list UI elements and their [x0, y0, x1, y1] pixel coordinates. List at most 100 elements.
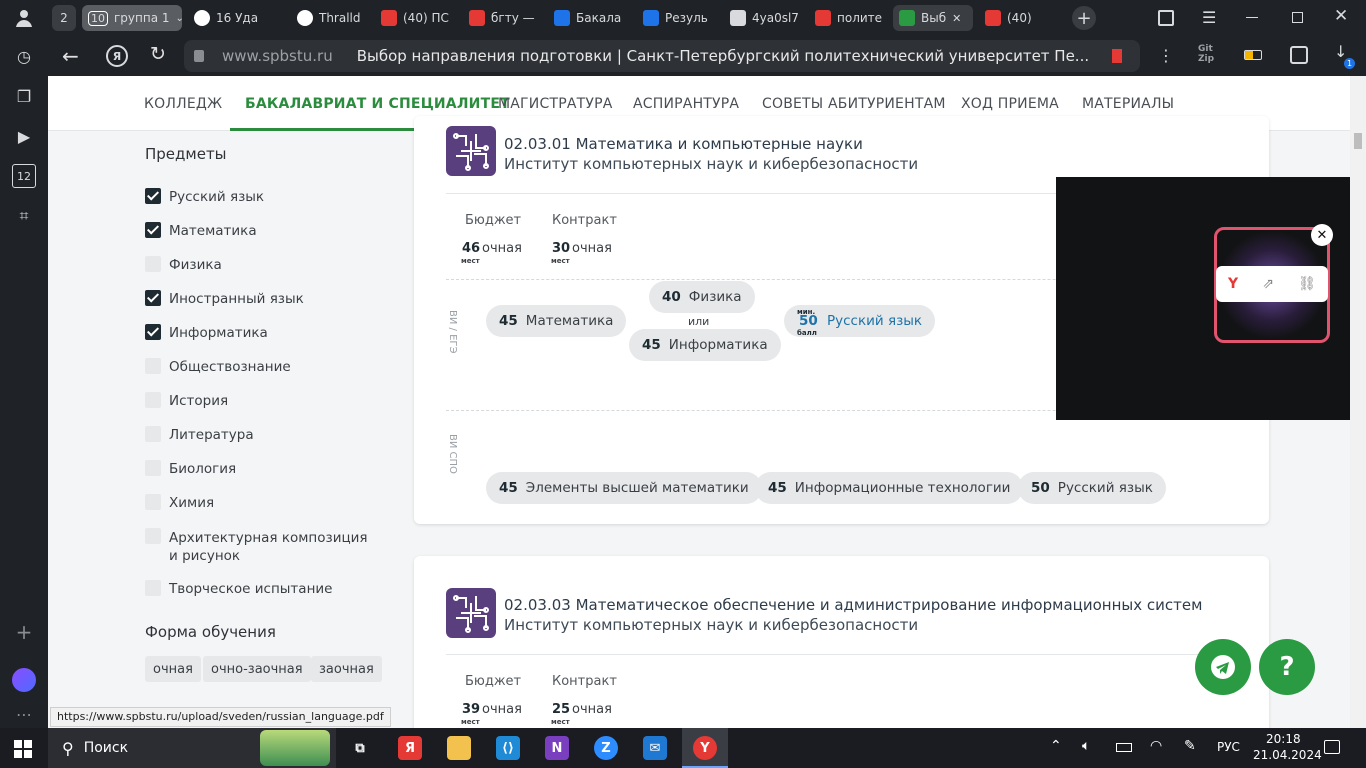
- browser-tab[interactable]: Выб ✕: [893, 5, 973, 31]
- nav-item[interactable]: ХОД ПРИЕМА: [961, 96, 1059, 112]
- bookmark-icon[interactable]: [1112, 49, 1122, 63]
- ege-math-pill[interactable]: 45 Математика: [486, 305, 627, 337]
- menu-icon[interactable]: ☰: [1202, 8, 1216, 27]
- onenote-icon[interactable]: N: [545, 736, 569, 760]
- subject-label[interactable]: Информатика: [169, 325, 268, 341]
- page-scrollbar[interactable]: [1350, 76, 1366, 728]
- subject-checkbox[interactable]: [145, 290, 161, 306]
- study-form-chip[interactable]: очная: [145, 656, 201, 682]
- spo-exam-pill[interactable]: 45 Элементы высшей математики: [486, 472, 762, 504]
- volume-icon[interactable]: 🔈︎: [1082, 738, 1090, 754]
- subject-checkbox[interactable]: [145, 324, 161, 340]
- browser-tab[interactable]: 16 Уда: [188, 5, 270, 31]
- spo-exam-pill[interactable]: 50 Русский язык: [1018, 472, 1166, 504]
- nav-item[interactable]: МАГИСТРАТУРА: [498, 96, 613, 112]
- more-icon[interactable]: ⋮: [1158, 46, 1174, 65]
- file-explorer-icon[interactable]: [447, 736, 471, 760]
- url-field[interactable]: www.spbstu.ru Выбор направления подготов…: [184, 40, 1140, 72]
- taskbar-search[interactable]: ⚲ Поиск: [48, 728, 336, 768]
- nav-item[interactable]: КОЛЛЕДЖ: [144, 96, 222, 112]
- mail-icon[interactable]: ✉: [643, 736, 667, 760]
- browser-tab[interactable]: 4ya0sl7: [724, 5, 806, 31]
- nav-item[interactable]: АСПИРАНТУРА: [633, 96, 739, 112]
- subject-label[interactable]: Математика: [169, 223, 257, 239]
- clock-date[interactable]: 21.04.2024: [1253, 748, 1322, 762]
- subject-checkbox[interactable]: [145, 494, 161, 510]
- minimize-icon[interactable]: [1246, 17, 1258, 18]
- alice-icon[interactable]: [12, 668, 36, 692]
- browser-tab[interactable]: бгту —: [463, 5, 545, 31]
- subject-label[interactable]: Иностранный язык: [169, 291, 304, 307]
- yandex-icon[interactable]: Y: [1228, 276, 1238, 292]
- subject-label[interactable]: Архитектурная композиция и рисунок: [169, 529, 379, 565]
- language-indicator[interactable]: РУС: [1217, 740, 1240, 754]
- browser-tab[interactable]: (40): [979, 5, 1061, 31]
- video-icon[interactable]: ▶: [12, 124, 36, 148]
- video-popup[interactable]: Y ⇗ ⛓ ✕: [1056, 177, 1366, 420]
- back-button[interactable]: ←: [62, 44, 79, 68]
- subject-checkbox[interactable]: [145, 528, 161, 544]
- subject-checkbox[interactable]: [145, 426, 161, 442]
- tab-group-1[interactable]: 10 группа 1 ⌄: [82, 5, 182, 31]
- reload-button[interactable]: ↻: [150, 43, 166, 65]
- battery-tray-icon[interactable]: [1116, 743, 1132, 752]
- restore-icon[interactable]: [1292, 12, 1303, 23]
- nav-item[interactable]: МАТЕРИАЛЫ: [1082, 96, 1174, 112]
- subject-checkbox[interactable]: [145, 580, 161, 596]
- tab-group-counter[interactable]: 2: [52, 5, 76, 31]
- subject-label[interactable]: Обществознание: [169, 359, 291, 375]
- browser-tab[interactable]: Резуль: [637, 5, 719, 31]
- yandex-browser-taskbar-active[interactable]: Y: [682, 728, 728, 768]
- subject-label[interactable]: Физика: [169, 257, 222, 273]
- subject-label[interactable]: Русский язык: [169, 189, 264, 205]
- subject-label[interactable]: История: [169, 393, 228, 409]
- subject-checkbox[interactable]: [145, 392, 161, 408]
- add-panel-icon[interactable]: +: [12, 620, 36, 644]
- profile-icon[interactable]: [14, 8, 34, 28]
- subject-label[interactable]: Биология: [169, 461, 236, 477]
- ege-physics-pill[interactable]: 40 Физика: [649, 281, 755, 313]
- windows-start-icon[interactable]: [14, 740, 32, 758]
- vscode-icon[interactable]: ⟨⟩: [496, 736, 520, 760]
- study-form-chip[interactable]: заочная: [311, 656, 382, 682]
- close-tab-icon[interactable]: ✕: [952, 12, 961, 25]
- battery-icon[interactable]: [1244, 50, 1262, 60]
- subject-checkbox[interactable]: [145, 188, 161, 204]
- subject-checkbox[interactable]: [145, 222, 161, 238]
- nav-item[interactable]: СОВЕТЫ АБИТУРИЕНТАМ: [762, 96, 946, 112]
- new-tab-button[interactable]: +: [1072, 6, 1096, 30]
- ege-russian-pill[interactable]: мин. 50 балл Русский язык: [784, 305, 936, 337]
- extensions-icon[interactable]: [1290, 46, 1308, 64]
- yandex-taskbar-icon[interactable]: Я: [398, 736, 422, 760]
- ege-informatics-pill[interactable]: 45 Информатика: [629, 329, 781, 361]
- notifications-icon[interactable]: [1324, 740, 1340, 754]
- help-button[interactable]: ?: [1259, 639, 1315, 695]
- screenshot-icon[interactable]: ⌗: [12, 204, 36, 228]
- browser-tab[interactable]: (40) ПС: [375, 5, 457, 31]
- nav-item[interactable]: БАКАЛАВРИАТ И СПЕЦИАЛИТЕТ: [245, 96, 510, 112]
- task-view-icon[interactable]: ⧉: [348, 736, 372, 760]
- tray-chevron-icon[interactable]: ⌃: [1050, 738, 1062, 754]
- browser-tab[interactable]: Thralld: [291, 5, 373, 31]
- pen-icon[interactable]: ✎: [1184, 738, 1196, 754]
- clock-time[interactable]: 20:18: [1266, 732, 1301, 746]
- subject-label[interactable]: Творческое испытание: [169, 581, 332, 597]
- subject-checkbox[interactable]: [145, 460, 161, 476]
- yandex-button[interactable]: Я: [106, 45, 128, 67]
- telegram-button[interactable]: [1195, 639, 1251, 695]
- wifi-icon[interactable]: ◠: [1150, 738, 1162, 754]
- collections-icon[interactable]: ❐: [12, 84, 36, 108]
- study-form-chip[interactable]: очно-заочная: [203, 656, 311, 682]
- gitzip-extension-icon[interactable]: Git Zip: [1198, 44, 1214, 64]
- subject-label[interactable]: Литература: [169, 427, 254, 443]
- subject-checkbox[interactable]: [145, 358, 161, 374]
- subject-label[interactable]: Химия: [169, 495, 214, 511]
- close-window-icon[interactable]: ✕: [1334, 6, 1348, 26]
- program-title[interactable]: 02.03.03 Математическое обеспечение и ад…: [504, 596, 1202, 614]
- subject-checkbox[interactable]: [145, 256, 161, 272]
- program-title[interactable]: 02.03.01 Математика и компьютерные науки: [504, 135, 863, 153]
- zoom-icon[interactable]: Z: [594, 736, 618, 760]
- more-dots-icon[interactable]: ⋯: [12, 702, 36, 726]
- history-icon[interactable]: ◷: [12, 44, 36, 68]
- close-icon[interactable]: ✕: [1311, 224, 1333, 246]
